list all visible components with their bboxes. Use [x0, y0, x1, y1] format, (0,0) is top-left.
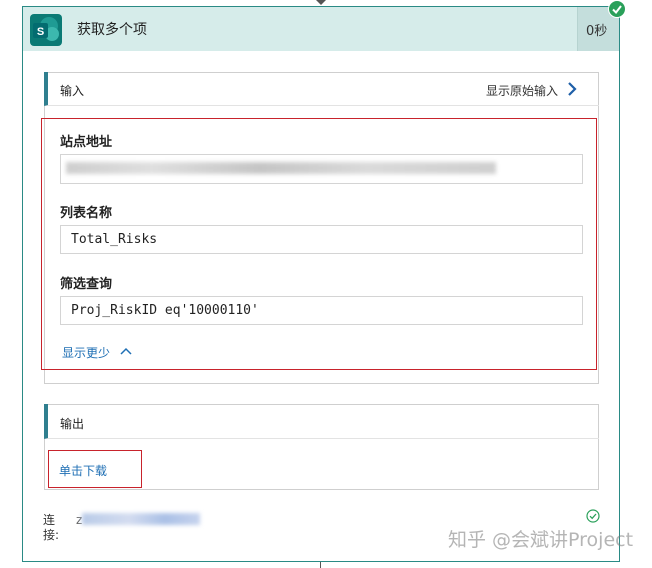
list-name-field[interactable]: Total_Risks — [60, 225, 583, 254]
sharepoint-icon: S — [30, 14, 62, 46]
watermark: 知乎 @会斌讲Project — [448, 529, 634, 551]
connection-label: 连接: — [43, 513, 60, 542]
redacted-connection — [82, 513, 200, 525]
filter-query-label: 筛选查询 — [60, 277, 113, 292]
site-address-label: 站点地址 — [60, 135, 113, 150]
chevron-up-icon[interactable] — [119, 345, 133, 357]
outputs-header — [44, 404, 599, 439]
duration-text: 0秒 — [586, 24, 608, 39]
redacted-site-address — [66, 162, 496, 174]
click-to-download-link[interactable]: 单击下载 — [59, 462, 107, 479]
svg-text:S: S — [37, 26, 44, 38]
connection-ok-icon — [586, 509, 600, 523]
action-title: 获取多个项 — [77, 22, 147, 38]
show-raw-inputs-link[interactable]: 显示原始输入 — [486, 82, 558, 99]
flow-connector-line — [320, 562, 321, 568]
inputs-title: 输入 — [60, 84, 85, 98]
filter-query-field[interactable]: Proj_RiskID eq'10000110' — [60, 296, 583, 325]
show-less-link[interactable]: 显示更少 — [62, 344, 110, 361]
list-name-label: 列表名称 — [60, 206, 113, 221]
success-check-icon — [608, 0, 626, 18]
outputs-title: 输出 — [60, 417, 85, 431]
chevron-right-icon[interactable] — [566, 80, 578, 98]
